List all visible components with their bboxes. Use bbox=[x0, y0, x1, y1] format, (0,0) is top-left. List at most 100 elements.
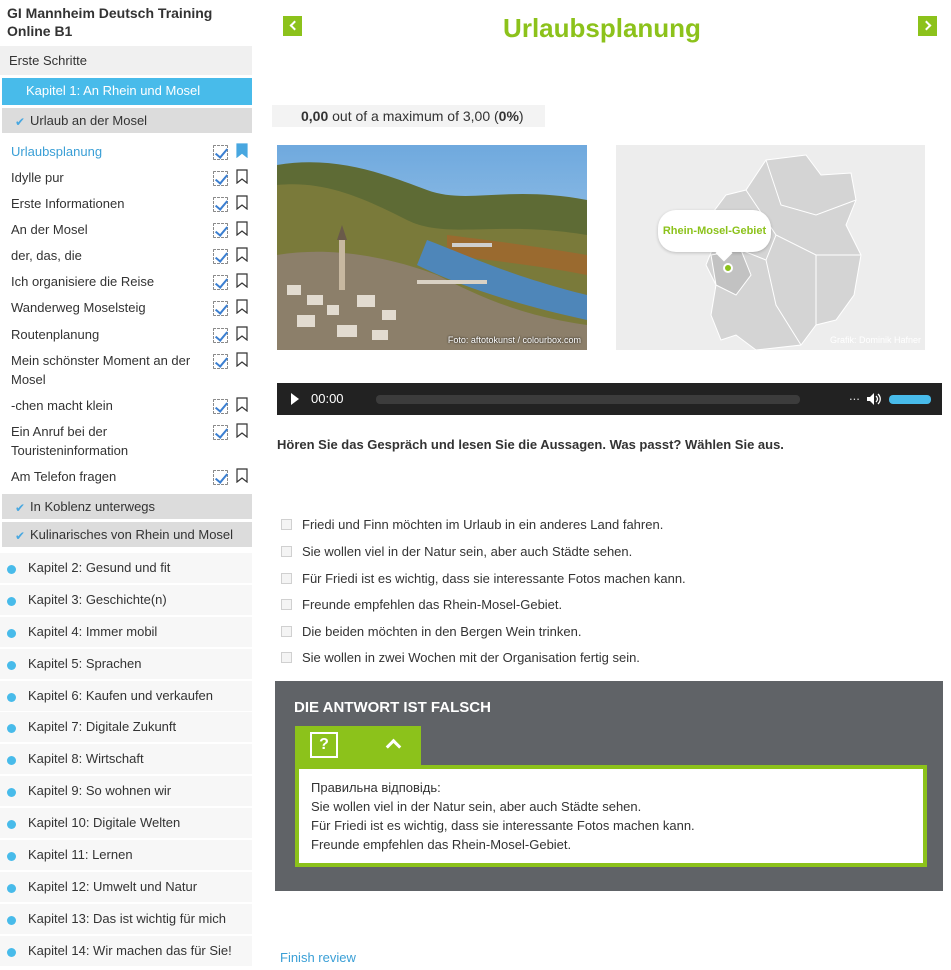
bookmark-icon[interactable] bbox=[236, 423, 248, 438]
finish-review-link[interactable]: Finish review bbox=[280, 950, 356, 965]
feedback-toggle-tab[interactable]: ? bbox=[295, 726, 421, 767]
photo-credit: Foto: aftotokunst / colourbox.com bbox=[447, 335, 581, 345]
bookmark-icon[interactable] bbox=[236, 195, 248, 210]
bookmark-icon[interactable] bbox=[236, 247, 248, 262]
map-credit: Grafik: Dominik Hafner bbox=[829, 335, 921, 345]
bookmark-icon[interactable] bbox=[236, 326, 248, 341]
sidebar-item-chapter-9[interactable]: Kapitel 9: So wohnen wir bbox=[0, 776, 252, 807]
bullet-icon bbox=[7, 820, 16, 829]
bookmark-icon[interactable] bbox=[236, 221, 248, 236]
lesson-label: Ich organisiere die Reise bbox=[11, 274, 155, 289]
bookmark-icon[interactable] bbox=[236, 352, 248, 367]
option-checkbox[interactable] bbox=[281, 652, 292, 663]
bookmark-icon[interactable] bbox=[236, 299, 248, 314]
chapter-label: Kapitel 9: So wohnen wir bbox=[28, 783, 172, 798]
chapter-label: Kapitel 6: Kaufen und verkaufen bbox=[28, 688, 214, 703]
answer-line: Sie wollen viel in der Natur sein, aber … bbox=[311, 799, 642, 814]
lesson-label: Urlaubsplanung bbox=[11, 144, 103, 159]
course-sidebar: GI Mannheim Deutsch Training Online B1 E… bbox=[0, 0, 253, 970]
lesson-item-ich-organisiere-die-reise[interactable]: Ich organisiere die Reise bbox=[0, 272, 252, 292]
next-page-button[interactable] bbox=[918, 16, 937, 36]
answer-line: Правильна відповідь: bbox=[311, 780, 441, 795]
lesson-label: Routenplanung bbox=[11, 327, 100, 342]
option-checkbox[interactable] bbox=[281, 573, 292, 584]
chevron-up-icon[interactable] bbox=[385, 738, 402, 755]
audio-progress-bar[interactable] bbox=[376, 395, 800, 404]
score-max: 3,00 bbox=[462, 108, 491, 124]
lesson-item-am-telefon-fragen[interactable]: Am Telefon fragen bbox=[0, 467, 252, 487]
play-icon[interactable] bbox=[291, 393, 299, 405]
completion-check-icon bbox=[213, 328, 228, 343]
sidebar-item-chapter-2[interactable]: Kapitel 2: Gesund und fit bbox=[0, 553, 252, 584]
chapter-label: Kapitel 10: Digitale Welten bbox=[28, 815, 181, 830]
lesson-label: Wanderweg Moselsteig bbox=[11, 300, 146, 315]
sidebar-item-label: Kapitel 1: An Rhein und Mosel bbox=[26, 83, 201, 98]
lesson-item-ein-anruf[interactable]: Ein Anruf bei der Touristeninformation bbox=[0, 422, 252, 462]
bookmark-filled-icon[interactable] bbox=[236, 143, 248, 158]
completion-check-icon bbox=[213, 301, 228, 316]
completion-check-icon bbox=[213, 197, 228, 212]
lesson-item-erste-informationen[interactable]: Erste Informationen bbox=[0, 194, 252, 214]
lesson-item-an-der-mosel[interactable]: An der Mosel bbox=[0, 220, 252, 240]
sidebar-item-chapter-1[interactable]: Kapitel 1: An Rhein und Mosel bbox=[2, 78, 252, 105]
section-in-koblenz-unterwegs[interactable]: ✔ In Koblenz unterwegs bbox=[2, 494, 252, 520]
bookmark-icon[interactable] bbox=[236, 468, 248, 483]
page-title: Urlaubsplanung bbox=[503, 13, 701, 43]
chapter-label: Kapitel 2: Gesund und fit bbox=[28, 560, 171, 575]
score-text: out of a maximum of bbox=[332, 108, 459, 124]
sidebar-item-chapter-5[interactable]: Kapitel 5: Sprachen bbox=[0, 649, 252, 680]
option-text: Friedi und Finn möchten im Urlaub in ein… bbox=[302, 517, 664, 532]
moselle-photo: Foto: aftotokunst / colourbox.com bbox=[277, 145, 587, 350]
sidebar-item-chapter-3[interactable]: Kapitel 3: Geschichte(n) bbox=[0, 585, 252, 616]
help-icon[interactable]: ? bbox=[310, 732, 338, 758]
answer-line: Für Friedi ist es wichtig, dass sie inte… bbox=[311, 818, 695, 833]
sidebar-item-chapter-4[interactable]: Kapitel 4: Immer mobil bbox=[0, 617, 252, 648]
sidebar-item-chapter-11[interactable]: Kapitel 11: Lernen bbox=[0, 840, 252, 871]
bullet-icon bbox=[7, 693, 16, 702]
lesson-item-chen-macht-klein[interactable]: -chen macht klein bbox=[0, 396, 252, 416]
completion-check-icon bbox=[213, 425, 228, 440]
sidebar-item-chapter-8[interactable]: Kapitel 8: Wirtschaft bbox=[0, 744, 252, 775]
lesson-item-urlaubsplanung[interactable]: Urlaubsplanung bbox=[0, 142, 252, 162]
bookmark-icon[interactable] bbox=[236, 397, 248, 412]
sidebar-item-chapter-12[interactable]: Kapitel 12: Umwelt und Natur bbox=[0, 872, 252, 903]
question-instruction: Hören Sie das Gespräch und lesen Sie die… bbox=[277, 437, 784, 452]
landscape-image bbox=[277, 145, 587, 350]
sidebar-item-chapter-7[interactable]: Kapitel 7: Digitale Zukunft bbox=[0, 712, 252, 743]
score-summary: 0,00 out of a maximum of 3,00 (0%) bbox=[272, 105, 545, 127]
sidebar-item-chapter-13[interactable]: Kapitel 13: Das ist wichtig für mich bbox=[0, 904, 252, 935]
lesson-item-der-das-die[interactable]: der, das, die bbox=[0, 246, 252, 266]
option-text: Sie wollen in zwei Wochen mit der Organi… bbox=[302, 650, 640, 665]
option-checkbox[interactable] bbox=[281, 626, 292, 637]
sidebar-item-first-steps[interactable]: Erste Schritte bbox=[0, 46, 252, 76]
lesson-label: Mein schönster Moment an der Mosel bbox=[11, 353, 191, 387]
bookmark-icon[interactable] bbox=[236, 169, 248, 184]
chapter-label: Kapitel 14: Wir machen das für Sie! bbox=[28, 943, 232, 958]
lesson-item-idylle-pur[interactable]: Idylle pur bbox=[0, 168, 252, 188]
section-kulinarisches[interactable]: ✔ Kulinarisches von Rhein und Mosel bbox=[2, 522, 252, 548]
sidebar-item-chapter-14[interactable]: Kapitel 14: Wir machen das für Sie! bbox=[0, 936, 252, 967]
sidebar-item-chapter-10[interactable]: Kapitel 10: Digitale Welten bbox=[0, 808, 252, 839]
sidebar-item-label: Erste Schritte bbox=[9, 53, 88, 68]
lesson-item-routenplanung[interactable]: Routenplanung bbox=[0, 325, 252, 345]
course-title: GI Mannheim Deutsch Training Online B1 bbox=[7, 5, 213, 39]
chapter-label: Kapitel 3: Geschichte(n) bbox=[28, 592, 167, 607]
completion-check-icon bbox=[213, 145, 228, 160]
bookmark-icon[interactable] bbox=[236, 273, 248, 288]
bullet-icon bbox=[7, 661, 16, 670]
lesson-item-mein-schoenster-moment[interactable]: Mein schönster Moment an der Mosel bbox=[0, 351, 252, 391]
sidebar-item-chapter-6[interactable]: Kapitel 6: Kaufen und verkaufen bbox=[0, 681, 252, 712]
completion-check-icon bbox=[213, 275, 228, 290]
audio-menu[interactable]: ... bbox=[849, 388, 860, 403]
option-checkbox[interactable] bbox=[281, 599, 292, 610]
lesson-item-wanderweg-moselsteig[interactable]: Wanderweg Moselsteig bbox=[0, 298, 252, 318]
option-checkbox[interactable] bbox=[281, 519, 292, 530]
completion-check-icon bbox=[213, 399, 228, 414]
volume-icon[interactable] bbox=[866, 392, 882, 406]
option-checkbox[interactable] bbox=[281, 546, 292, 557]
bullet-icon bbox=[7, 597, 16, 606]
section-urlaub-an-der-mosel[interactable]: ✔ Urlaub an der Mosel bbox=[2, 108, 252, 134]
check-icon: ✔ bbox=[15, 501, 26, 515]
main-content: Urlaubsplanung 0,00 out of a maximum of … bbox=[253, 0, 951, 970]
volume-slider[interactable] bbox=[889, 395, 931, 404]
